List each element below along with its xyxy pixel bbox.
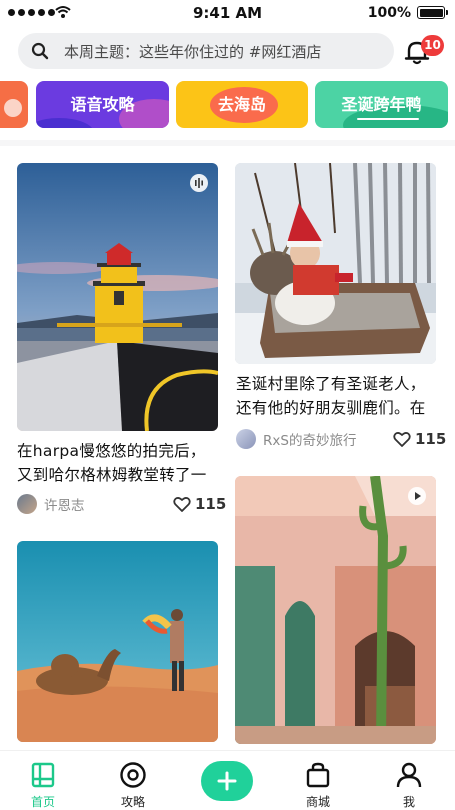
like-count: 115 (195, 495, 227, 513)
notification-badge: 10 (421, 35, 444, 56)
tab-me[interactable]: 我 (379, 761, 439, 810)
tab-label: 我 (402, 795, 415, 809)
avatar (236, 429, 256, 449)
add-post-button[interactable] (201, 761, 253, 801)
bottom-tab-bar: 首页 攻略 商城 我 (0, 750, 455, 810)
author-name: 许恩志 (44, 498, 85, 514)
tab-mall[interactable]: 商城 (288, 761, 348, 810)
search-placeholder: 本周主题：这些年你住过的 #网红酒店 (64, 43, 322, 61)
search-bar[interactable]: 本周主题：这些年你住过的 #网红酒店 (18, 33, 394, 69)
category-chips: 语音攻略 去海岛 圣诞跨年鸭 (0, 81, 455, 129)
audio-icon (190, 174, 208, 192)
like-count: 115 (415, 430, 447, 448)
heart-icon (393, 431, 411, 447)
feed-card-author[interactable]: 许恩志 (17, 494, 85, 514)
category-chip-label: 去海岛 (217, 95, 266, 114)
shopping-bag-icon (306, 762, 330, 788)
category-chip-island[interactable]: 去海岛 (176, 81, 308, 128)
tab-label: 商城 (305, 795, 330, 809)
status-bar: 9:41 AM 100% (0, 0, 455, 26)
video-icon (408, 487, 426, 505)
like-button[interactable]: 115 (393, 430, 446, 448)
feed-card-author[interactable]: RxS的奇妙旅行 (236, 429, 356, 449)
tab-guide[interactable]: 攻略 (103, 761, 163, 810)
tab-label: 首页 (30, 795, 55, 809)
like-button[interactable]: 115 (173, 495, 226, 513)
category-chip-partial[interactable] (0, 81, 28, 128)
category-chip-label: 语音攻略 (70, 95, 135, 114)
feed-card-image-reindeer[interactable] (235, 163, 436, 364)
user-icon (396, 762, 422, 788)
avatar (17, 494, 37, 514)
battery-icon (417, 6, 448, 19)
active-chip-underline (357, 118, 419, 120)
plus-icon (217, 771, 237, 791)
feed-card-image-desert[interactable] (17, 541, 218, 742)
category-chip-audio-guide[interactable]: 语音攻略 (36, 81, 169, 128)
tab-home[interactable]: 首页 (13, 761, 73, 810)
feed-card-image-lighthouse[interactable] (17, 163, 218, 431)
battery-percent: 100% (367, 5, 411, 21)
home-book-icon (31, 762, 55, 788)
tab-label: 攻略 (120, 795, 145, 809)
feed-card-title[interactable]: 在harpa慢悠悠的拍完后，又到哈尔格林姆教堂转了一 (17, 439, 219, 487)
section-divider (0, 140, 455, 146)
category-chip-christmas[interactable]: 圣诞跨年鸭 (315, 81, 448, 128)
feed-card-title[interactable]: 圣诞村里除了有圣诞老人，还有他的好朋友驯鹿们。在 (236, 372, 438, 420)
search-icon (31, 42, 49, 60)
category-chip-label: 圣诞跨年鸭 (341, 95, 422, 114)
compass-icon (120, 762, 146, 788)
author-name: RxS的奇妙旅行 (263, 433, 357, 449)
feed-card-image-courtyard[interactable] (235, 476, 436, 744)
heart-icon (173, 496, 191, 512)
